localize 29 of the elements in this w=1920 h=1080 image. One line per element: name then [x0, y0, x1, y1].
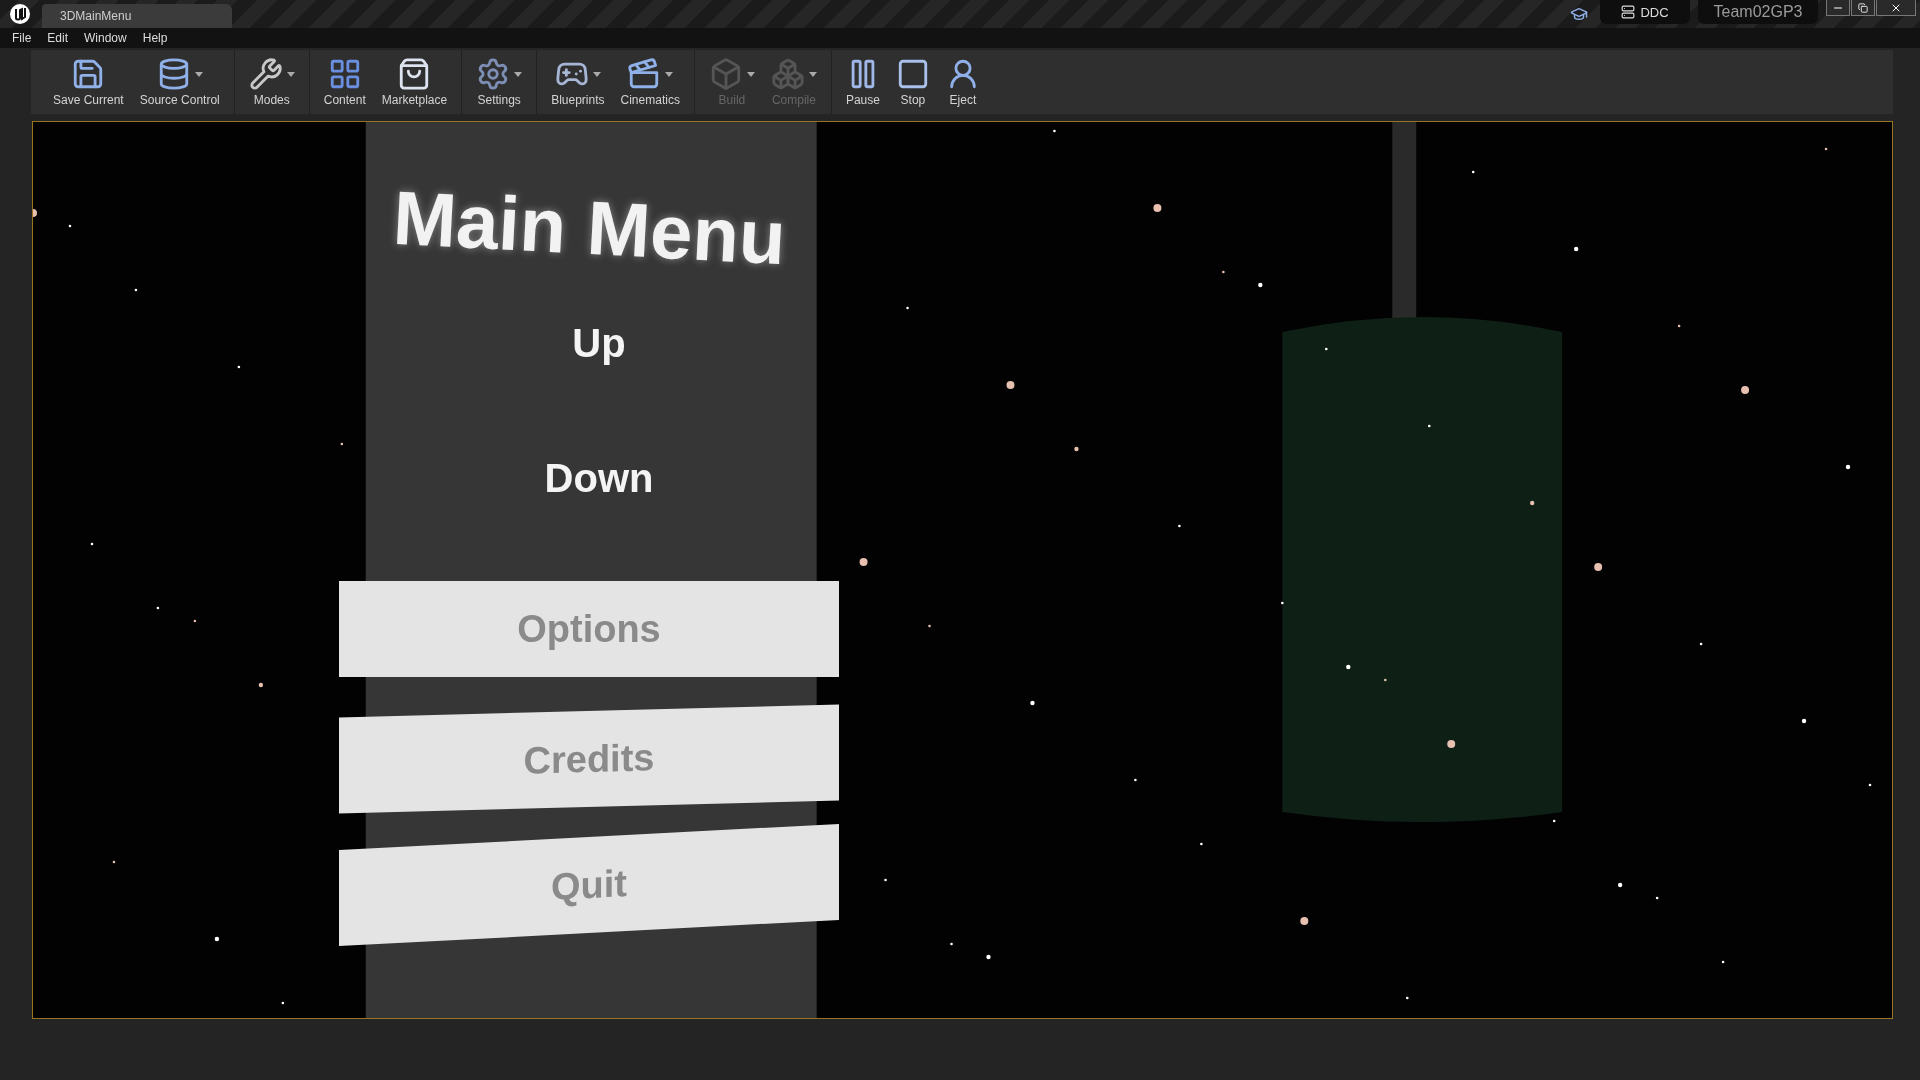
server-icon — [1621, 5, 1636, 19]
menu-item[interactable]: Edit — [39, 31, 77, 45]
menu-option[interactable]: Down — [544, 456, 654, 501]
document-tab[interactable]: 3DMainMenu — [42, 4, 232, 28]
cubes-icon — [770, 57, 805, 91]
restore-button[interactable] — [1851, 0, 1875, 16]
toolbar-button[interactable]: Pause — [837, 52, 888, 112]
toolbar-button[interactable]: Cinematics — [612, 52, 688, 112]
graduation-cap-icon[interactable] — [1570, 5, 1588, 23]
menu-title: Main Menu — [390, 173, 788, 282]
toolbar-button[interactable]: Modes — [240, 52, 303, 112]
menu-item[interactable]: File — [4, 31, 40, 45]
menu-item[interactable]: Window — [76, 31, 135, 45]
toolbar-button[interactable]: Save Current — [45, 52, 132, 112]
minimize-button[interactable] — [1826, 0, 1850, 16]
menu-item[interactable]: Help — [134, 31, 176, 45]
toolbar-button[interactable]: Eject — [937, 52, 988, 112]
toolbar-button[interactable]: Stop — [887, 52, 938, 112]
toolbar-button[interactable]: Settings — [468, 52, 531, 112]
restore-icon — [1858, 2, 1868, 13]
project-label: Team02GP3 — [1698, 0, 1818, 24]
menu-option[interactable]: Up — [572, 321, 626, 366]
wrench-icon — [248, 57, 283, 91]
toolbar-button[interactable]: Content — [315, 52, 374, 112]
close-button[interactable] — [1876, 0, 1916, 16]
toolbar-button[interactable]: Source Control — [131, 52, 228, 112]
toolbar-button[interactable]: Blueprints — [543, 52, 613, 112]
ddc-button[interactable]: DDC — [1600, 0, 1690, 24]
toolbar-button[interactable]: Marketplace — [373, 52, 456, 112]
